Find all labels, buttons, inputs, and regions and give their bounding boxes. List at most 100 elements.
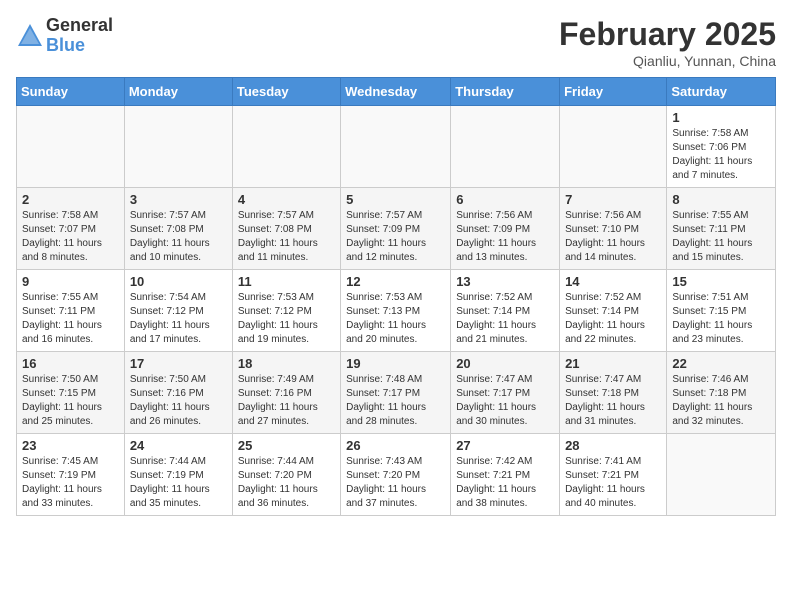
day-info: Sunrise: 7:49 AMSunset: 7:16 PMDaylight:… bbox=[238, 373, 335, 429]
day-info: Sunrise: 7:51 AMSunset: 7:15 PMDaylight:… bbox=[672, 291, 770, 347]
calendar-weekday-saturday: Saturday bbox=[667, 78, 776, 106]
calendar-cell: 14 Sunrise: 7:52 AMSunset: 7:14 PMDayligh… bbox=[560, 270, 667, 352]
calendar-cell: 10 Sunrise: 7:54 AMSunset: 7:12 PMDayligh… bbox=[124, 270, 232, 352]
calendar-week-row: 1 Sunrise: 7:58 AMSunset: 7:06 PMDaylight… bbox=[17, 106, 776, 188]
logo-icon bbox=[16, 22, 44, 50]
day-number: 26 bbox=[346, 438, 445, 453]
calendar-cell: 4 Sunrise: 7:57 AMSunset: 7:08 PMDaylight… bbox=[232, 188, 340, 270]
day-info: Sunrise: 7:44 AMSunset: 7:20 PMDaylight:… bbox=[238, 455, 335, 511]
calendar-cell bbox=[124, 106, 232, 188]
calendar-week-row: 9 Sunrise: 7:55 AMSunset: 7:11 PMDaylight… bbox=[17, 270, 776, 352]
calendar-cell: 16 Sunrise: 7:50 AMSunset: 7:15 PMDayligh… bbox=[17, 352, 125, 434]
calendar-cell bbox=[341, 106, 451, 188]
calendar-weekday-thursday: Thursday bbox=[451, 78, 560, 106]
day-info: Sunrise: 7:56 AMSunset: 7:09 PMDaylight:… bbox=[456, 209, 554, 265]
day-number: 17 bbox=[130, 356, 227, 371]
day-info: Sunrise: 7:53 AMSunset: 7:13 PMDaylight:… bbox=[346, 291, 445, 347]
calendar-weekday-tuesday: Tuesday bbox=[232, 78, 340, 106]
day-number: 20 bbox=[456, 356, 554, 371]
calendar-cell: 3 Sunrise: 7:57 AMSunset: 7:08 PMDaylight… bbox=[124, 188, 232, 270]
calendar-table: SundayMondayTuesdayWednesdayThursdayFrid… bbox=[16, 77, 776, 516]
day-number: 3 bbox=[130, 192, 227, 207]
calendar-cell: 15 Sunrise: 7:51 AMSunset: 7:15 PMDayligh… bbox=[667, 270, 776, 352]
calendar-cell: 27Sunrise: 7:42 AMSunset: 7:21 PMDayligh… bbox=[451, 434, 560, 516]
day-number: 6 bbox=[456, 192, 554, 207]
calendar-cell: 28 Sunrise: 7:41 AMSunset: 7:21 PMDayligh… bbox=[560, 434, 667, 516]
day-number: 13 bbox=[456, 274, 554, 289]
calendar-cell: 17 Sunrise: 7:50 AMSunset: 7:16 PMDayligh… bbox=[124, 352, 232, 434]
day-info: Sunrise: 7:46 AMSunset: 7:18 PMDaylight:… bbox=[672, 373, 770, 429]
day-number: 5 bbox=[346, 192, 445, 207]
day-number: 14 bbox=[565, 274, 661, 289]
day-number: 22 bbox=[672, 356, 770, 371]
day-info: Sunrise: 7:54 AMSunset: 7:12 PMDaylight:… bbox=[130, 291, 227, 347]
day-number: 11 bbox=[238, 274, 335, 289]
day-info: Sunrise: 7:57 AMSunset: 7:08 PMDaylight:… bbox=[130, 209, 227, 265]
day-number: 21 bbox=[565, 356, 661, 371]
calendar-weekday-monday: Monday bbox=[124, 78, 232, 106]
day-info: Sunrise: 7:44 AMSunset: 7:19 PMDaylight:… bbox=[130, 455, 227, 511]
day-number: 24 bbox=[130, 438, 227, 453]
day-info: Sunrise: 7:55 AMSunset: 7:11 PMDaylight:… bbox=[22, 291, 119, 347]
day-info: Sunrise: 7:45 AMSunset: 7:19 PMDaylight:… bbox=[22, 455, 119, 511]
page-header: General Blue February 2025 Qianliu, Yunn… bbox=[16, 16, 776, 69]
calendar-cell bbox=[451, 106, 560, 188]
location-subtitle: Qianliu, Yunnan, China bbox=[559, 53, 776, 69]
calendar-weekday-wednesday: Wednesday bbox=[341, 78, 451, 106]
title-block: February 2025 Qianliu, Yunnan, China bbox=[559, 16, 776, 69]
day-number: 9 bbox=[22, 274, 119, 289]
day-number: 2 bbox=[22, 192, 119, 207]
calendar-cell: 18Sunrise: 7:49 AMSunset: 7:16 PMDayligh… bbox=[232, 352, 340, 434]
day-info: Sunrise: 7:50 AMSunset: 7:16 PMDaylight:… bbox=[130, 373, 227, 429]
calendar-cell: 25 Sunrise: 7:44 AMSunset: 7:20 PMDayligh… bbox=[232, 434, 340, 516]
day-info: Sunrise: 7:41 AMSunset: 7:21 PMDaylight:… bbox=[565, 455, 661, 511]
logo: General Blue bbox=[16, 16, 113, 56]
day-number: 4 bbox=[238, 192, 335, 207]
day-info: Sunrise: 7:55 AMSunset: 7:11 PMDaylight:… bbox=[672, 209, 770, 265]
calendar-cell: 24 Sunrise: 7:44 AMSunset: 7:19 PMDayligh… bbox=[124, 434, 232, 516]
calendar-cell bbox=[232, 106, 340, 188]
day-info: Sunrise: 7:47 AMSunset: 7:17 PMDaylight:… bbox=[456, 373, 554, 429]
day-number: 28 bbox=[565, 438, 661, 453]
calendar-cell: 2 Sunrise: 7:58 AMSunset: 7:07 PMDaylight… bbox=[17, 188, 125, 270]
day-info: Sunrise: 7:58 AMSunset: 7:06 PMDaylight:… bbox=[672, 127, 770, 183]
day-number: 12 bbox=[346, 274, 445, 289]
calendar-cell: 21Sunrise: 7:47 AMSunset: 7:18 PMDayligh… bbox=[560, 352, 667, 434]
day-info: Sunrise: 7:52 AMSunset: 7:14 PMDaylight:… bbox=[565, 291, 661, 347]
day-info: Sunrise: 7:50 AMSunset: 7:15 PMDaylight:… bbox=[22, 373, 119, 429]
calendar-cell bbox=[17, 106, 125, 188]
day-number: 10 bbox=[130, 274, 227, 289]
day-info: Sunrise: 7:56 AMSunset: 7:10 PMDaylight:… bbox=[565, 209, 661, 265]
calendar-cell: 19Sunrise: 7:48 AMSunset: 7:17 PMDayligh… bbox=[341, 352, 451, 434]
day-number: 15 bbox=[672, 274, 770, 289]
calendar-cell: 6 Sunrise: 7:56 AMSunset: 7:09 PMDaylight… bbox=[451, 188, 560, 270]
calendar-cell: 13Sunrise: 7:52 AMSunset: 7:14 PMDayligh… bbox=[451, 270, 560, 352]
calendar-cell bbox=[667, 434, 776, 516]
calendar-cell: 11 Sunrise: 7:53 AMSunset: 7:12 PMDayligh… bbox=[232, 270, 340, 352]
calendar-cell: 26Sunrise: 7:43 AMSunset: 7:20 PMDayligh… bbox=[341, 434, 451, 516]
month-title: February 2025 bbox=[559, 16, 776, 53]
day-number: 25 bbox=[238, 438, 335, 453]
calendar-cell: 8Sunrise: 7:55 AMSunset: 7:11 PMDaylight… bbox=[667, 188, 776, 270]
calendar-cell: 20 Sunrise: 7:47 AMSunset: 7:17 PMDayligh… bbox=[451, 352, 560, 434]
calendar-cell: 7Sunrise: 7:56 AMSunset: 7:10 PMDaylight… bbox=[560, 188, 667, 270]
calendar-week-row: 16 Sunrise: 7:50 AMSunset: 7:15 PMDayligh… bbox=[17, 352, 776, 434]
day-number: 1 bbox=[672, 110, 770, 125]
calendar-cell: 22 Sunrise: 7:46 AMSunset: 7:18 PMDayligh… bbox=[667, 352, 776, 434]
day-number: 19 bbox=[346, 356, 445, 371]
day-info: Sunrise: 7:57 AMSunset: 7:08 PMDaylight:… bbox=[238, 209, 335, 265]
calendar-weekday-sunday: Sunday bbox=[17, 78, 125, 106]
calendar-cell: 12 Sunrise: 7:53 AMSunset: 7:13 PMDayligh… bbox=[341, 270, 451, 352]
day-info: Sunrise: 7:58 AMSunset: 7:07 PMDaylight:… bbox=[22, 209, 119, 265]
calendar-header-row: SundayMondayTuesdayWednesdayThursdayFrid… bbox=[17, 78, 776, 106]
calendar-week-row: 23 Sunrise: 7:45 AMSunset: 7:19 PMDayligh… bbox=[17, 434, 776, 516]
day-info: Sunrise: 7:53 AMSunset: 7:12 PMDaylight:… bbox=[238, 291, 335, 347]
calendar-cell: 5 Sunrise: 7:57 AMSunset: 7:09 PMDaylight… bbox=[341, 188, 451, 270]
calendar-weekday-friday: Friday bbox=[560, 78, 667, 106]
calendar-cell: 1 Sunrise: 7:58 AMSunset: 7:06 PMDaylight… bbox=[667, 106, 776, 188]
calendar-cell: 9 Sunrise: 7:55 AMSunset: 7:11 PMDaylight… bbox=[17, 270, 125, 352]
day-number: 27 bbox=[456, 438, 554, 453]
day-info: Sunrise: 7:57 AMSunset: 7:09 PMDaylight:… bbox=[346, 209, 445, 265]
day-number: 23 bbox=[22, 438, 119, 453]
day-number: 16 bbox=[22, 356, 119, 371]
